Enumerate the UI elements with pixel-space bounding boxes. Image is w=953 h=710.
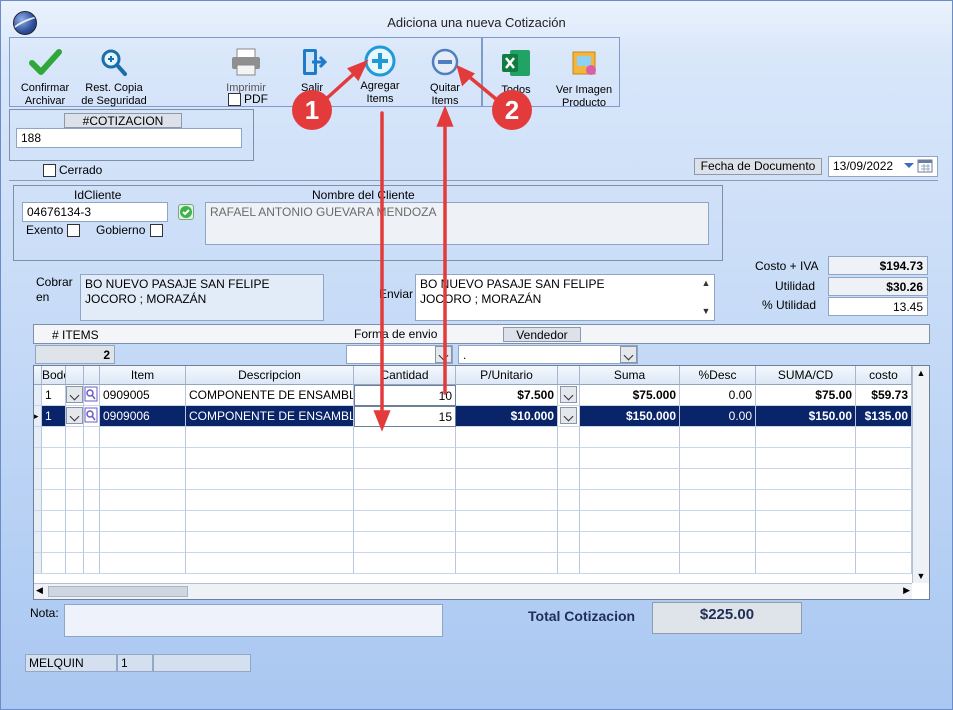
total-value: $225.00 (652, 602, 802, 634)
annotation-marker-2: 2 (492, 90, 532, 130)
status-user: MELQUIN (25, 654, 117, 672)
status-empty (153, 654, 251, 672)
status-number: 1 (117, 654, 153, 672)
quote-window: Adiciona una nueva Cotización Confirmar … (0, 0, 953, 710)
note-field[interactable] (64, 604, 443, 637)
note-label: Nota: (30, 606, 59, 620)
total-label: Total Cotizacion (528, 608, 636, 624)
annotation-marker-1: 1 (292, 90, 332, 130)
